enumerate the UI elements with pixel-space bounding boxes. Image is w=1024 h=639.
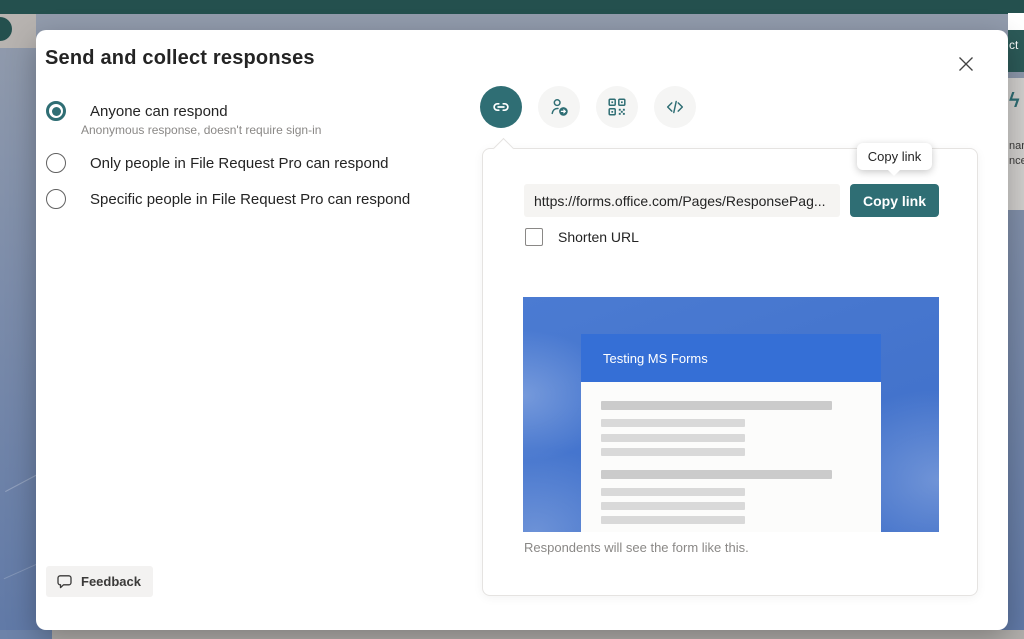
shorten-url-label: Shorten URL	[558, 229, 639, 245]
qr-code-icon	[608, 98, 626, 116]
preview-caption: Respondents will see the form like this.	[524, 540, 749, 555]
share-link-panel: Copy link Copy link Shorten URL Testing …	[482, 137, 978, 596]
share-tab-embed[interactable]	[654, 86, 696, 128]
window-bottom-edge-fragment	[0, 630, 52, 639]
option-sublabel: Anonymous response, doesn't require sign…	[81, 123, 322, 137]
form-url-input[interactable]	[524, 184, 840, 217]
form-preview-title: Testing MS Forms	[603, 350, 708, 366]
placeholder-line	[601, 488, 745, 496]
tooltip-arrow	[887, 169, 901, 176]
placeholder-line	[601, 419, 745, 427]
background-collect-button-fragment: ct	[1008, 30, 1024, 72]
form-preview: Testing MS Forms	[523, 297, 939, 532]
copy-link-tooltip: Copy link	[857, 143, 932, 170]
placeholder-line	[601, 448, 745, 456]
radio-unselected-icon[interactable]	[46, 189, 66, 209]
share-tab-invite[interactable]	[538, 86, 580, 128]
feedback-label: Feedback	[81, 574, 141, 589]
option-label: Anyone can respond	[90, 102, 228, 120]
close-button[interactable]	[952, 50, 980, 78]
background-text-fragment: nce	[1009, 155, 1024, 167]
form-preview-header: Testing MS Forms	[581, 334, 881, 382]
screen: ct ϟ nar nce Send and collect responses …	[0, 0, 1024, 639]
placeholder-line	[601, 434, 745, 442]
option-anyone-can-respond[interactable]: Anyone can respond	[46, 101, 228, 121]
option-specific-people[interactable]: Specific people in File Request Pro can …	[46, 189, 410, 209]
option-only-people-in-org[interactable]: Only people in File Request Pro can resp…	[46, 153, 389, 173]
panel-notch	[492, 137, 515, 160]
window-bottom-edge	[0, 630, 1024, 639]
app-top-bar	[0, 0, 1024, 14]
link-icon	[493, 102, 509, 112]
placeholder-line	[601, 470, 832, 479]
share-to-people-icon	[551, 99, 568, 116]
option-label: Only people in File Request Pro can resp…	[90, 154, 389, 172]
embed-code-icon	[666, 100, 684, 114]
radio-dot	[51, 106, 61, 116]
background-text-fragment: nar	[1009, 140, 1024, 152]
close-icon	[959, 57, 973, 71]
share-tab-qr-code[interactable]	[596, 86, 638, 128]
placeholder-line	[601, 502, 745, 510]
shorten-url-checkbox[interactable]	[525, 228, 543, 246]
dialog-title: Send and collect responses	[45, 47, 315, 69]
background-panel-fragment	[1008, 13, 1024, 30]
feedback-bubble-icon	[57, 574, 72, 588]
feedback-button[interactable]: Feedback	[46, 566, 153, 597]
share-tab-link[interactable]	[480, 86, 522, 128]
placeholder-line	[601, 401, 832, 410]
send-and-collect-dialog: Send and collect responses Anyone can re…	[36, 30, 1008, 630]
radio-selected-icon[interactable]	[46, 101, 66, 121]
radio-unselected-icon[interactable]	[46, 153, 66, 173]
form-preview-card: Testing MS Forms	[581, 334, 881, 532]
background-illustration-glyph: ϟ	[1009, 90, 1020, 112]
copy-link-button[interactable]: Copy link	[850, 184, 939, 217]
option-label: Specific people in File Request Pro can …	[90, 190, 411, 208]
placeholder-line	[601, 516, 745, 524]
